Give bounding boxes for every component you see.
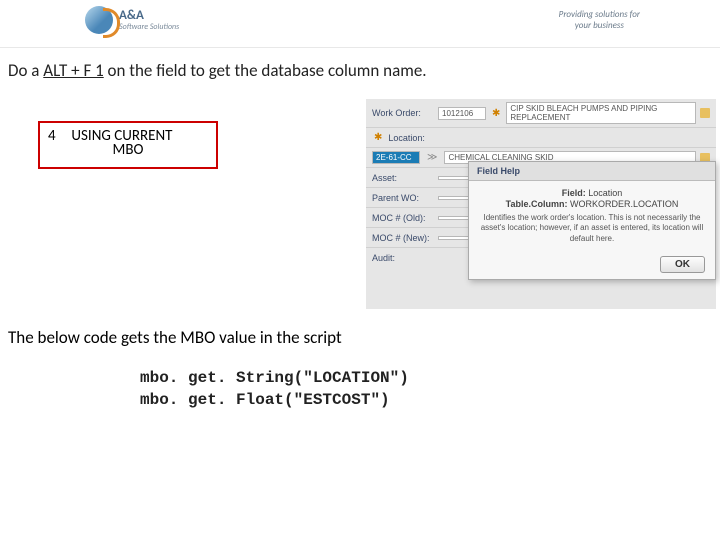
- slide-header: A&A Software Solutions Providing solutio…: [0, 0, 720, 48]
- globe-icon: [85, 6, 113, 34]
- ok-button[interactable]: OK: [660, 256, 705, 273]
- help-column-label: Table.Column:: [506, 199, 568, 209]
- instruction-suffix: on the field to get the database column …: [104, 60, 427, 81]
- location-label: Location:: [388, 133, 444, 143]
- code-line-1: mbo. get. String("LOCATION"): [140, 368, 720, 390]
- company-name: A&A: [119, 9, 179, 22]
- workorder-label: Work Order:: [372, 108, 434, 118]
- chevron-right-icon[interactable]: ≫: [427, 152, 437, 163]
- company-logo: A&A Software Solutions: [85, 6, 179, 34]
- form-row-workorder: Work Order: 1012106 ✱ CIP SKID BLEACH PU…: [366, 99, 716, 128]
- code-line-2: mbo. get. Float("ESTCOST"): [140, 390, 720, 412]
- audit-label: Audit:: [372, 253, 434, 263]
- moc-old-label: MOC # (Old):: [372, 213, 434, 223]
- parentwo-label: Parent WO:: [372, 193, 434, 203]
- tagline-line2: your business: [559, 21, 640, 32]
- code-sample: mbo. get. String("LOCATION") mbo. get. F…: [140, 368, 720, 411]
- instruction-shortcut: ALT + F 1: [43, 60, 103, 81]
- content-area: 4 USING CURRENT MBO Work Order: 1012106 …: [0, 99, 720, 319]
- required-icon: ✱: [492, 108, 500, 119]
- field-help-title: Field Help: [469, 162, 715, 181]
- workorder-field[interactable]: 1012106: [438, 107, 486, 120]
- field-help-dialog: Field Help Field: Location Table.Column:…: [468, 161, 716, 280]
- form-row-location: ✱ Location:: [366, 128, 716, 148]
- location-field[interactable]: 2E-61-CC: [372, 151, 420, 164]
- company-tagline: Providing solutions for your business: [559, 10, 640, 32]
- instruction-text: Do a ALT + F 1 on the field to get the d…: [8, 60, 712, 81]
- help-description: Identifies the work order's location. Th…: [479, 213, 705, 244]
- moc-new-label: MOC # (New):: [372, 233, 434, 243]
- instruction-prefix: Do a: [8, 60, 43, 81]
- asset-label: Asset:: [372, 173, 434, 183]
- help-field-label: Field:: [562, 188, 586, 198]
- workorder-desc-field[interactable]: CIP SKID BLEACH PUMPS AND PIPING REPLACE…: [506, 102, 696, 124]
- company-subtitle: Software Solutions: [119, 22, 179, 32]
- field-help-body: Field: Location Table.Column: WORKORDER.…: [469, 181, 715, 250]
- section-number: 4: [48, 127, 68, 145]
- help-column-value: WORKORDER.LOCATION: [570, 199, 678, 209]
- section-callout-box: 4 USING CURRENT MBO: [38, 121, 218, 169]
- maximo-form-panel: Work Order: 1012106 ✱ CIP SKID BLEACH PU…: [366, 99, 716, 309]
- detail-icon[interactable]: [700, 108, 710, 118]
- required-icon: ✱: [374, 132, 382, 143]
- explanation-text: The below code gets the MBO value in the…: [8, 327, 712, 348]
- help-field-value: Location: [588, 188, 622, 198]
